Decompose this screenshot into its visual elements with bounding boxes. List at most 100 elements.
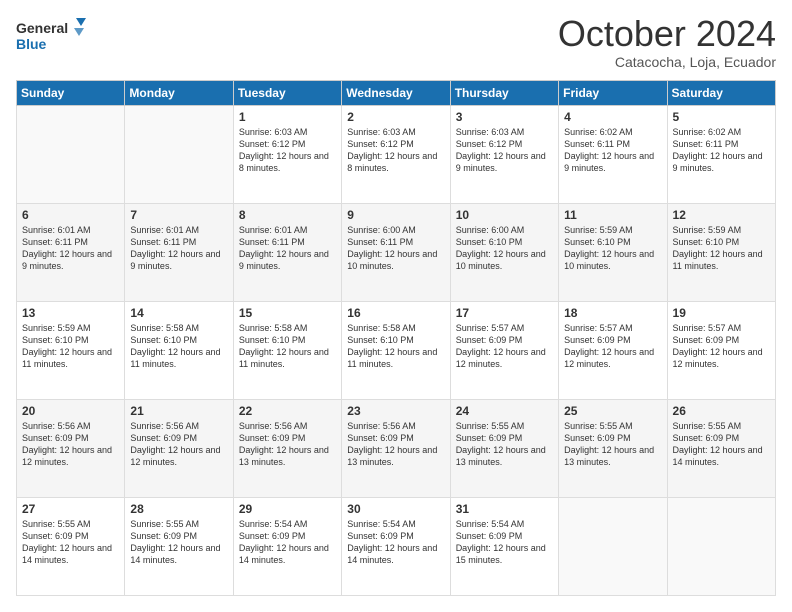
svg-text:General: General: [16, 20, 68, 36]
calendar-day-cell: 25Sunrise: 5:55 AM Sunset: 6:09 PM Dayli…: [559, 400, 667, 498]
calendar-day-cell: 6 Sunrise: 6:01 AM Sunset: 6:11 PM Daylig…: [17, 204, 125, 302]
day-number: 30: [347, 502, 444, 516]
calendar-week-row: 27 Sunrise: 5:55 AM Sunset: 6:09 PM Dayli…: [17, 498, 776, 596]
day-info: Sunrise: 5:56 AM Sunset: 6:09 PM Dayligh…: [347, 420, 444, 469]
calendar-week-row: 6 Sunrise: 6:01 AM Sunset: 6:11 PM Daylig…: [17, 204, 776, 302]
day-info: Sunrise: 5:58 AM Sunset: 6:10 PM Dayligh…: [239, 322, 336, 371]
calendar-day-cell: 4 Sunrise: 6:02 AM Sunset: 6:11 PM Daylig…: [559, 106, 667, 204]
day-info: Sunrise: 5:54 AM Sunset: 6:09 PM Dayligh…: [456, 518, 553, 567]
calendar-week-row: 1 Sunrise: 6:03 AM Sunset: 6:12 PM Daylig…: [17, 106, 776, 204]
day-number: 23: [347, 404, 444, 418]
calendar-day-cell: 5 Sunrise: 6:02 AM Sunset: 6:11 PM Daylig…: [667, 106, 775, 204]
day-number: 1: [239, 110, 336, 124]
calendar-day-cell: 2 Sunrise: 6:03 AM Sunset: 6:12 PM Daylig…: [342, 106, 450, 204]
day-number: 6: [22, 208, 119, 222]
col-monday: Monday: [125, 81, 233, 106]
day-info: Sunrise: 6:00 AM Sunset: 6:11 PM Dayligh…: [347, 224, 444, 273]
day-number: 11: [564, 208, 661, 222]
day-number: 31: [456, 502, 553, 516]
logo: General Blue: [16, 16, 86, 54]
day-number: 12: [673, 208, 770, 222]
day-number: 27: [22, 502, 119, 516]
day-info: Sunrise: 5:57 AM Sunset: 6:09 PM Dayligh…: [673, 322, 770, 371]
calendar-day-cell: 11Sunrise: 5:59 AM Sunset: 6:10 PM Dayli…: [559, 204, 667, 302]
day-number: 9: [347, 208, 444, 222]
calendar-day-cell: 3 Sunrise: 6:03 AM Sunset: 6:12 PM Daylig…: [450, 106, 558, 204]
day-info: Sunrise: 5:59 AM Sunset: 6:10 PM Dayligh…: [22, 322, 119, 371]
day-number: 21: [130, 404, 227, 418]
day-number: 15: [239, 306, 336, 320]
day-info: Sunrise: 5:58 AM Sunset: 6:10 PM Dayligh…: [347, 322, 444, 371]
location: Catacocha, Loja, Ecuador: [558, 54, 776, 70]
day-info: Sunrise: 5:55 AM Sunset: 6:09 PM Dayligh…: [130, 518, 227, 567]
day-info: Sunrise: 6:01 AM Sunset: 6:11 PM Dayligh…: [22, 224, 119, 273]
day-number: 5: [673, 110, 770, 124]
calendar-day-cell: [125, 106, 233, 204]
calendar-week-row: 20 Sunrise: 5:56 AM Sunset: 6:09 PM Dayli…: [17, 400, 776, 498]
day-info: Sunrise: 5:55 AM Sunset: 6:09 PM Dayligh…: [456, 420, 553, 469]
day-info: Sunrise: 6:02 AM Sunset: 6:11 PM Dayligh…: [564, 126, 661, 175]
calendar-day-cell: 1 Sunrise: 6:03 AM Sunset: 6:12 PM Daylig…: [233, 106, 341, 204]
day-info: Sunrise: 5:57 AM Sunset: 6:09 PM Dayligh…: [564, 322, 661, 371]
day-info: Sunrise: 5:55 AM Sunset: 6:09 PM Dayligh…: [22, 518, 119, 567]
calendar-day-cell: 31 Sunrise: 5:54 AM Sunset: 6:09 PM Dayli…: [450, 498, 558, 596]
day-number: 13: [22, 306, 119, 320]
calendar-day-cell: 17Sunrise: 5:57 AM Sunset: 6:09 PM Dayli…: [450, 302, 558, 400]
calendar-day-cell: 16 Sunrise: 5:58 AM Sunset: 6:10 PM Dayli…: [342, 302, 450, 400]
day-number: 16: [347, 306, 444, 320]
day-info: Sunrise: 6:03 AM Sunset: 6:12 PM Dayligh…: [347, 126, 444, 175]
calendar-day-cell: 14 Sunrise: 5:58 AM Sunset: 6:10 PM Dayli…: [125, 302, 233, 400]
day-number: 2: [347, 110, 444, 124]
calendar-day-cell: 23 Sunrise: 5:56 AM Sunset: 6:09 PM Dayli…: [342, 400, 450, 498]
calendar-day-cell: 13 Sunrise: 5:59 AM Sunset: 6:10 PM Dayli…: [17, 302, 125, 400]
day-info: Sunrise: 5:54 AM Sunset: 6:09 PM Dayligh…: [347, 518, 444, 567]
calendar-day-cell: 7 Sunrise: 6:01 AM Sunset: 6:11 PM Daylig…: [125, 204, 233, 302]
day-number: 20: [22, 404, 119, 418]
day-number: 24: [456, 404, 553, 418]
calendar-day-cell: [559, 498, 667, 596]
day-number: 7: [130, 208, 227, 222]
calendar-day-cell: 29 Sunrise: 5:54 AM Sunset: 6:09 PM Dayli…: [233, 498, 341, 596]
day-info: Sunrise: 5:54 AM Sunset: 6:09 PM Dayligh…: [239, 518, 336, 567]
day-number: 18: [564, 306, 661, 320]
page-header: General Blue October 2024 Catacocha, Loj…: [16, 16, 776, 70]
day-number: 19: [673, 306, 770, 320]
day-info: Sunrise: 5:55 AM Sunset: 6:09 PM Dayligh…: [673, 420, 770, 469]
day-info: Sunrise: 6:01 AM Sunset: 6:11 PM Dayligh…: [130, 224, 227, 273]
day-number: 17: [456, 306, 553, 320]
month-title: October 2024: [558, 16, 776, 52]
day-number: 25: [564, 404, 661, 418]
day-info: Sunrise: 5:58 AM Sunset: 6:10 PM Dayligh…: [130, 322, 227, 371]
day-info: Sunrise: 5:56 AM Sunset: 6:09 PM Dayligh…: [22, 420, 119, 469]
calendar-day-cell: 8Sunrise: 6:01 AM Sunset: 6:11 PM Daylig…: [233, 204, 341, 302]
day-number: 14: [130, 306, 227, 320]
calendar-day-cell: 10Sunrise: 6:00 AM Sunset: 6:10 PM Dayli…: [450, 204, 558, 302]
day-number: 29: [239, 502, 336, 516]
calendar-day-cell: 18 Sunrise: 5:57 AM Sunset: 6:09 PM Dayli…: [559, 302, 667, 400]
day-info: Sunrise: 6:02 AM Sunset: 6:11 PM Dayligh…: [673, 126, 770, 175]
day-info: Sunrise: 5:56 AM Sunset: 6:09 PM Dayligh…: [239, 420, 336, 469]
day-info: Sunrise: 5:56 AM Sunset: 6:09 PM Dayligh…: [130, 420, 227, 469]
calendar-day-cell: [667, 498, 775, 596]
calendar-day-cell: 12Sunrise: 5:59 AM Sunset: 6:10 PM Dayli…: [667, 204, 775, 302]
calendar-table: Sunday Monday Tuesday Wednesday Thursday…: [16, 80, 776, 596]
calendar-day-cell: [17, 106, 125, 204]
day-info: Sunrise: 6:03 AM Sunset: 6:12 PM Dayligh…: [239, 126, 336, 175]
calendar-day-cell: 30 Sunrise: 5:54 AM Sunset: 6:09 PM Dayli…: [342, 498, 450, 596]
calendar-day-cell: 22Sunrise: 5:56 AM Sunset: 6:09 PM Dayli…: [233, 400, 341, 498]
calendar-day-cell: 9 Sunrise: 6:00 AM Sunset: 6:11 PM Daylig…: [342, 204, 450, 302]
calendar-day-cell: 20 Sunrise: 5:56 AM Sunset: 6:09 PM Dayli…: [17, 400, 125, 498]
day-number: 26: [673, 404, 770, 418]
col-wednesday: Wednesday: [342, 81, 450, 106]
col-tuesday: Tuesday: [233, 81, 341, 106]
day-number: 8: [239, 208, 336, 222]
col-saturday: Saturday: [667, 81, 775, 106]
title-block: October 2024 Catacocha, Loja, Ecuador: [558, 16, 776, 70]
day-number: 4: [564, 110, 661, 124]
day-info: Sunrise: 6:03 AM Sunset: 6:12 PM Dayligh…: [456, 126, 553, 175]
day-number: 10: [456, 208, 553, 222]
calendar-day-cell: 27 Sunrise: 5:55 AM Sunset: 6:09 PM Dayli…: [17, 498, 125, 596]
calendar-day-cell: 26 Sunrise: 5:55 AM Sunset: 6:09 PM Dayli…: [667, 400, 775, 498]
day-number: 3: [456, 110, 553, 124]
svg-text:Blue: Blue: [16, 36, 47, 52]
